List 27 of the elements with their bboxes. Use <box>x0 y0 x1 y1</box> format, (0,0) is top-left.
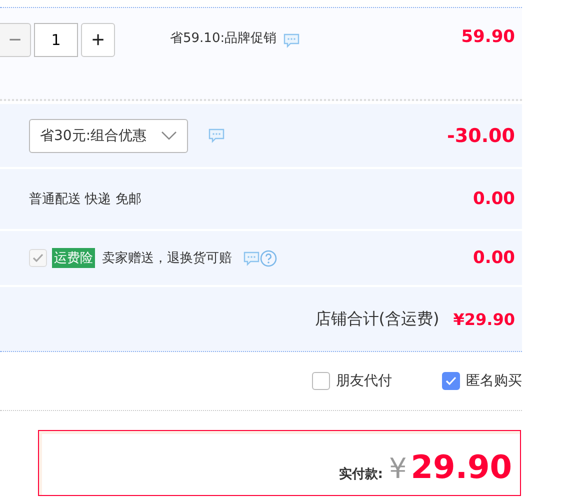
payment-label: 实付款: <box>338 466 383 483</box>
shipping-amount: 0.00 <box>473 189 515 209</box>
discount-dropdown[interactable]: 省30元:组合优惠 <box>29 118 188 152</box>
insurance-tag: 运费险 <box>52 248 95 268</box>
store-total-label: 店铺合计(含运费) <box>314 308 440 330</box>
comment-icon[interactable] <box>208 128 225 143</box>
comment-icon[interactable] <box>243 250 260 266</box>
checkmark-icon <box>32 253 44 263</box>
checkmark-icon <box>445 376 457 386</box>
currency-sign: ¥ <box>388 454 407 485</box>
comment-icon[interactable] <box>282 33 300 48</box>
quantity-field[interactable]: 1 <box>34 23 78 57</box>
item-price: 59.90 <box>461 27 515 47</box>
help-icon[interactable] <box>260 250 277 266</box>
checkbox[interactable] <box>312 372 330 390</box>
checkbox[interactable] <box>442 372 460 390</box>
insurance-text: 卖家赠送，退换货可赔 <box>102 250 232 267</box>
chevron-down-icon <box>160 130 177 140</box>
option-label: 朋友代付 <box>336 372 392 390</box>
promo-text: 省59.10:品牌促销 <box>170 30 277 47</box>
plus-button[interactable]: + <box>81 23 115 57</box>
insurance-amount: 0.00 <box>473 248 515 268</box>
store-total-amount: ¥29.90 <box>453 310 515 328</box>
payment-amount: 29.90 <box>410 450 512 485</box>
shipping-label: 普通配送 快递 免邮 <box>29 190 142 208</box>
discount-amount: -30.00 <box>447 124 515 146</box>
option-label: 匿名购买 <box>466 372 522 390</box>
